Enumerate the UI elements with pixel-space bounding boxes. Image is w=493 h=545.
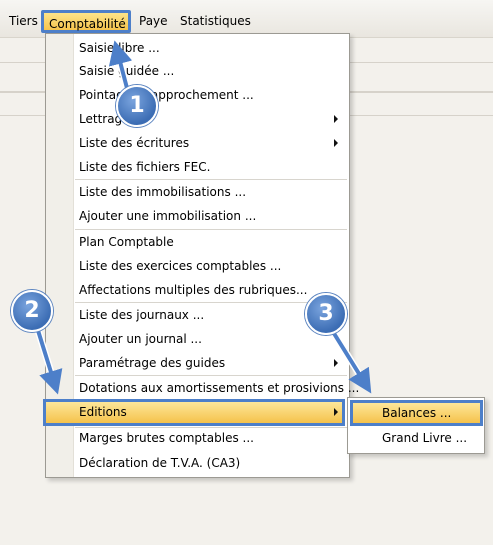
callout-1: 1 [116,85,158,127]
arrow-3 [328,325,372,394]
arrow-2 [34,322,63,395]
callout-2: 2 [11,290,53,332]
callout-3: 3 [305,293,347,335]
callout-arrows [32,40,372,395]
arrow-1 [108,40,133,94]
